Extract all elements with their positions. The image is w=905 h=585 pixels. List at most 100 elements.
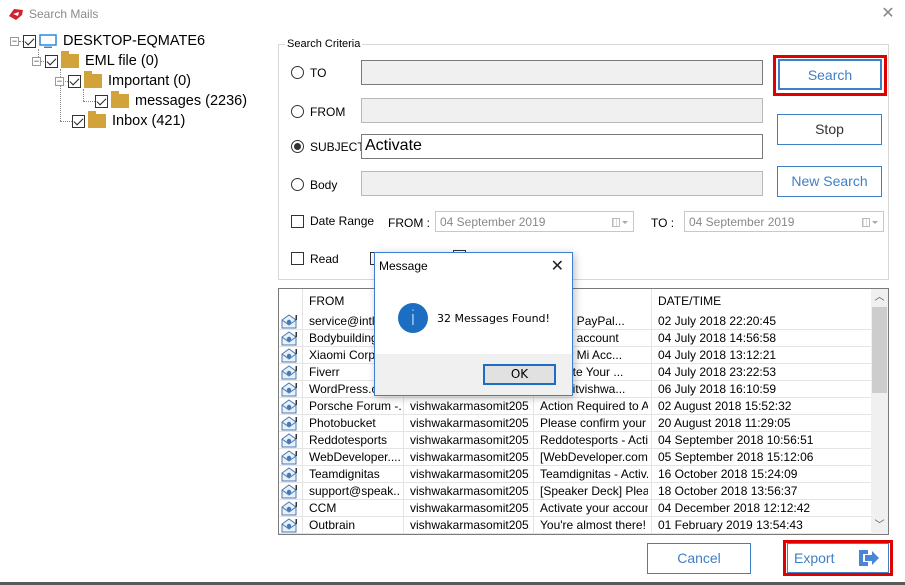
column-divider [651, 381, 652, 398]
column-divider [651, 364, 652, 381]
from-input[interactable] [361, 98, 763, 123]
cell-to: vishwakarmasomit205... [410, 450, 530, 464]
info-icon: i [398, 303, 428, 333]
column-divider [533, 500, 534, 517]
tree-node-eml-file[interactable]: − EML file (0) [32, 51, 159, 71]
tree-node-label: DESKTOP-EQMATE6 [63, 33, 206, 49]
dialog-message: 32 Messages Found! [437, 312, 550, 325]
column-divider [403, 449, 404, 466]
tree-checkbox[interactable] [72, 114, 85, 128]
tree-checkbox[interactable] [95, 94, 108, 108]
column-divider [533, 483, 534, 500]
date-from-label: FROM : [388, 216, 430, 230]
tree-node-label: Inbox (421) [112, 113, 186, 129]
column-divider [302, 347, 303, 364]
cell-to: vishwakarmasomit205... [410, 518, 530, 532]
body-input[interactable] [361, 171, 763, 196]
cell-from: CCM [309, 501, 337, 515]
collapse-icon[interactable]: − [32, 56, 41, 66]
tree-node-messages[interactable]: messages (2236) [95, 91, 247, 111]
cancel-button[interactable]: Cancel [647, 543, 751, 574]
table-row[interactable]: service@intl.p e your PayPal... 02 July 20… [279, 313, 872, 330]
collapse-icon[interactable]: − [55, 76, 64, 86]
dialog-close-button[interactable]: ✕ [551, 256, 564, 276]
to-input[interactable] [361, 60, 763, 85]
date-to-picker[interactable]: 04 September 2019 [684, 211, 884, 232]
table-row[interactable]: Xiaomi Corpora e your Mi Acc... 04 July 20… [279, 347, 872, 364]
tree-node-important[interactable]: − Important (0) [55, 71, 191, 91]
folder-icon [84, 71, 102, 88]
table-row[interactable]: Reddotesports vishwakarmasomit205... Reddo… [279, 432, 872, 449]
table-row[interactable]: Teamdignitas vishwakarmasomit205... Teamdi… [279, 466, 872, 483]
column-divider [302, 289, 303, 313]
column-divider [302, 381, 303, 398]
column-divider [651, 517, 652, 534]
table-header: FROM CT DATE/TIME [279, 289, 872, 313]
scroll-down-icon[interactable]: ﹀ [871, 517, 888, 534]
search-criteria-legend: Search Criteria [285, 38, 363, 50]
tree-checkbox[interactable] [23, 34, 36, 48]
column-header-from[interactable]: FROM [309, 294, 344, 308]
app-logo-icon [9, 9, 23, 20]
date-from-picker[interactable]: 04 September 2019 [435, 211, 634, 232]
date-to-value: 04 September 2019 [689, 215, 795, 229]
export-label: Export [794, 550, 835, 566]
read-checkbox[interactable] [291, 252, 304, 265]
tree-checkbox[interactable] [45, 54, 58, 68]
cell-subject: You're almost there! ... [540, 518, 648, 532]
cell-date: 04 December 2018 12:12:42 [658, 501, 811, 515]
read-label: Read [310, 252, 339, 266]
export-button[interactable]: Export [787, 543, 889, 573]
table-row[interactable]: Fiverr Activate Your ... 04 July 2018 23:2… [279, 364, 872, 381]
subject-input[interactable]: Activate [361, 134, 763, 159]
new-search-button[interactable]: New Search [777, 166, 882, 197]
column-divider [302, 398, 303, 415]
search-button[interactable]: Search [778, 59, 882, 90]
cell-date: 06 July 2018 16:10:59 [658, 382, 777, 396]
subject-label: SUBJECT [310, 140, 365, 154]
table-row[interactable]: Outbrain vishwakarmasomit205... You're alm… [279, 517, 872, 534]
subject-radio[interactable] [291, 140, 304, 153]
date-to-label: TO : [651, 216, 675, 230]
cell-subject: Reddotesports - Acti... [540, 433, 648, 447]
scroll-up-icon[interactable]: ︿ [871, 289, 888, 306]
table-row[interactable]: Bodybuilding.c e your account 04 July 2018… [279, 330, 872, 347]
date-range-checkbox[interactable] [291, 215, 304, 228]
table-row[interactable]: Photobucket vishwakarmasomit205... Please … [279, 415, 872, 432]
cell-to: vishwakarmasomit205... [410, 501, 530, 515]
column-divider [651, 500, 652, 517]
ok-button[interactable]: OK [483, 364, 556, 385]
cell-date: 02 August 2018 15:52:32 [658, 399, 792, 413]
column-header-date[interactable]: DATE/TIME [658, 294, 721, 308]
collapse-icon[interactable]: − [10, 36, 19, 46]
vertical-scrollbar[interactable]: ︿ ﹀ [871, 289, 888, 534]
search-mails-window: Search Mails ✕ − DESKTOP-EQMATE6 − EML f… [0, 0, 905, 585]
cell-to: vishwakarmasomit205... [410, 467, 530, 481]
tree-checkbox[interactable] [68, 74, 81, 88]
email-envelope-icon [281, 365, 297, 380]
column-divider [533, 432, 534, 449]
scroll-thumb[interactable] [872, 307, 887, 393]
table-row[interactable]: CCM vishwakarmasomit205... Activate your a… [279, 500, 872, 517]
calendar-dropdown-icon[interactable] [862, 217, 878, 227]
monitor-icon [39, 33, 57, 48]
cell-from: Reddotesports [309, 433, 388, 447]
table-row[interactable]: WebDeveloper.... vishwakarmasomit205... [W… [279, 449, 872, 466]
from-radio[interactable] [291, 105, 304, 118]
column-divider [302, 330, 303, 347]
window-close-button[interactable]: ✕ [879, 5, 897, 23]
calendar-dropdown-icon[interactable] [612, 217, 628, 227]
table-row[interactable]: Porsche Forum -... vishwakarmasomit205...… [279, 398, 872, 415]
column-divider [403, 483, 404, 500]
body-radio[interactable] [291, 178, 304, 191]
stop-button[interactable]: Stop [777, 114, 882, 145]
results-table: FROM CT DATE/TIME service@intl.pe your P… [278, 288, 889, 535]
email-envelope-icon [281, 433, 297, 448]
table-row[interactable]: WordPress.co e somitvishwa... 06 July 2018… [279, 381, 872, 398]
table-row[interactable]: support@speak... vishwakarmasomit205... [S… [279, 483, 872, 500]
to-radio[interactable] [291, 66, 304, 79]
tree-node-inbox[interactable]: Inbox (421) [72, 111, 185, 131]
email-envelope-icon [281, 348, 297, 363]
column-divider [403, 517, 404, 534]
tree-node-desktop[interactable]: − DESKTOP-EQMATE6 [10, 31, 205, 51]
